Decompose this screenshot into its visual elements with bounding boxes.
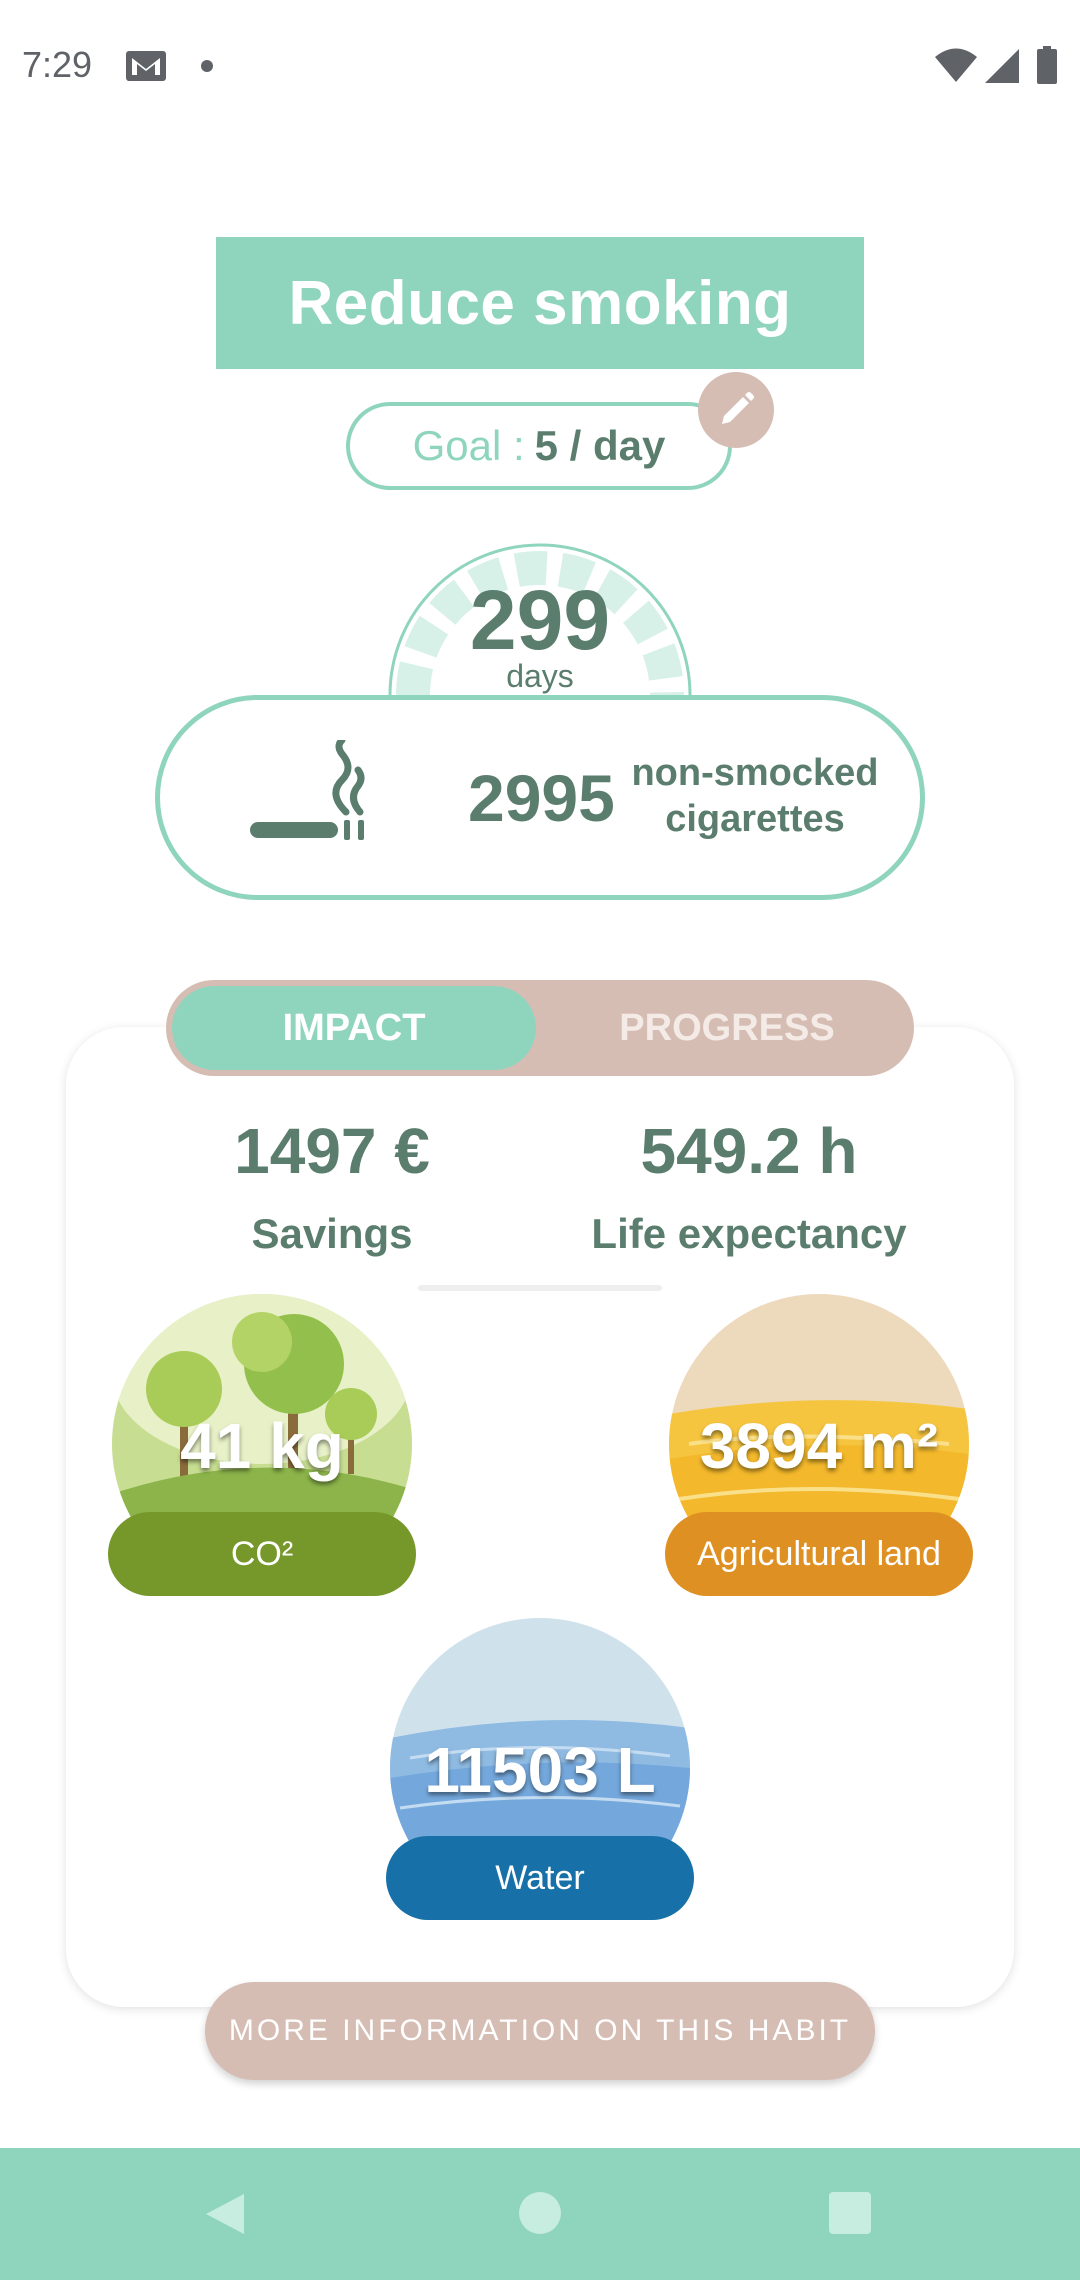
wifi-icon [935,48,977,82]
screen: 7:29 Reduce smoking Goal : 5 / day 299 d… [0,0,1080,2280]
habit-title: Reduce smoking [288,268,792,338]
more-information-button[interactable]: MORE INFORMATION ON THIS HABIT [205,1982,875,2080]
tab-bar: IMPACT PROGRESS [166,980,914,1076]
non-smoked-label-line1: non-smocked [631,752,879,794]
co2-value: 41 kg [180,1410,344,1482]
tab-impact[interactable]: IMPACT [172,986,536,1070]
life-expectancy-value: 549.2 h [640,1115,858,1187]
cigarette-icon [250,740,365,840]
days-count: 299 [469,573,611,667]
savings-label: Savings [251,1210,413,1257]
home-icon[interactable] [519,2192,561,2234]
goal-value: 5 / day [534,422,666,469]
non-smoked-label-line2: cigarettes [665,798,845,840]
edit-goal-button[interactable] [698,372,774,448]
non-smoked-cigarettes-panel: 2995 non-smocked cigarettes [155,695,925,900]
pencil-icon [722,392,754,424]
back-icon[interactable] [204,2192,246,2236]
life-expectancy-label: Life expectancy [591,1210,907,1257]
habit-title-banner: Reduce smoking [216,237,864,369]
status-time: 7:29 [22,44,93,85]
water-value: 11503 L [424,1734,656,1806]
water-impact: 11503 L Water [386,1618,694,1920]
recents-icon[interactable] [829,2192,871,2234]
days-label: days [506,658,574,694]
divider [418,1285,662,1291]
savings-value: 1497 € [234,1115,430,1187]
signal-icon [985,49,1019,83]
co2-impact: 41 kg CO² [108,1294,416,1596]
gmail-icon [126,51,166,81]
savings-stat: 1497 € Savings [172,1114,492,1258]
non-smoked-count: 2995 [468,761,615,835]
water-label: Water [386,1836,694,1920]
non-smoked-label: non-smocked cigarettes [630,750,880,842]
co2-label: CO² [108,1512,416,1596]
agricultural-land-impact: 3894 m² Agricultural land [665,1294,973,1596]
status-bar: 7:29 [0,0,1080,130]
tab-progress[interactable]: PROGRESS [546,986,908,1070]
goal-pill: Goal : 5 / day [346,402,732,490]
life-expectancy-stat: 549.2 h Life expectancy [574,1114,924,1258]
agricultural-land-value: 3894 m² [699,1410,939,1482]
agricultural-land-label: Agricultural land [665,1512,973,1596]
goal-label: Goal : [412,422,525,469]
notification-dot [201,60,213,72]
navigation-bar [0,2148,1080,2280]
battery-icon [1037,46,1057,84]
